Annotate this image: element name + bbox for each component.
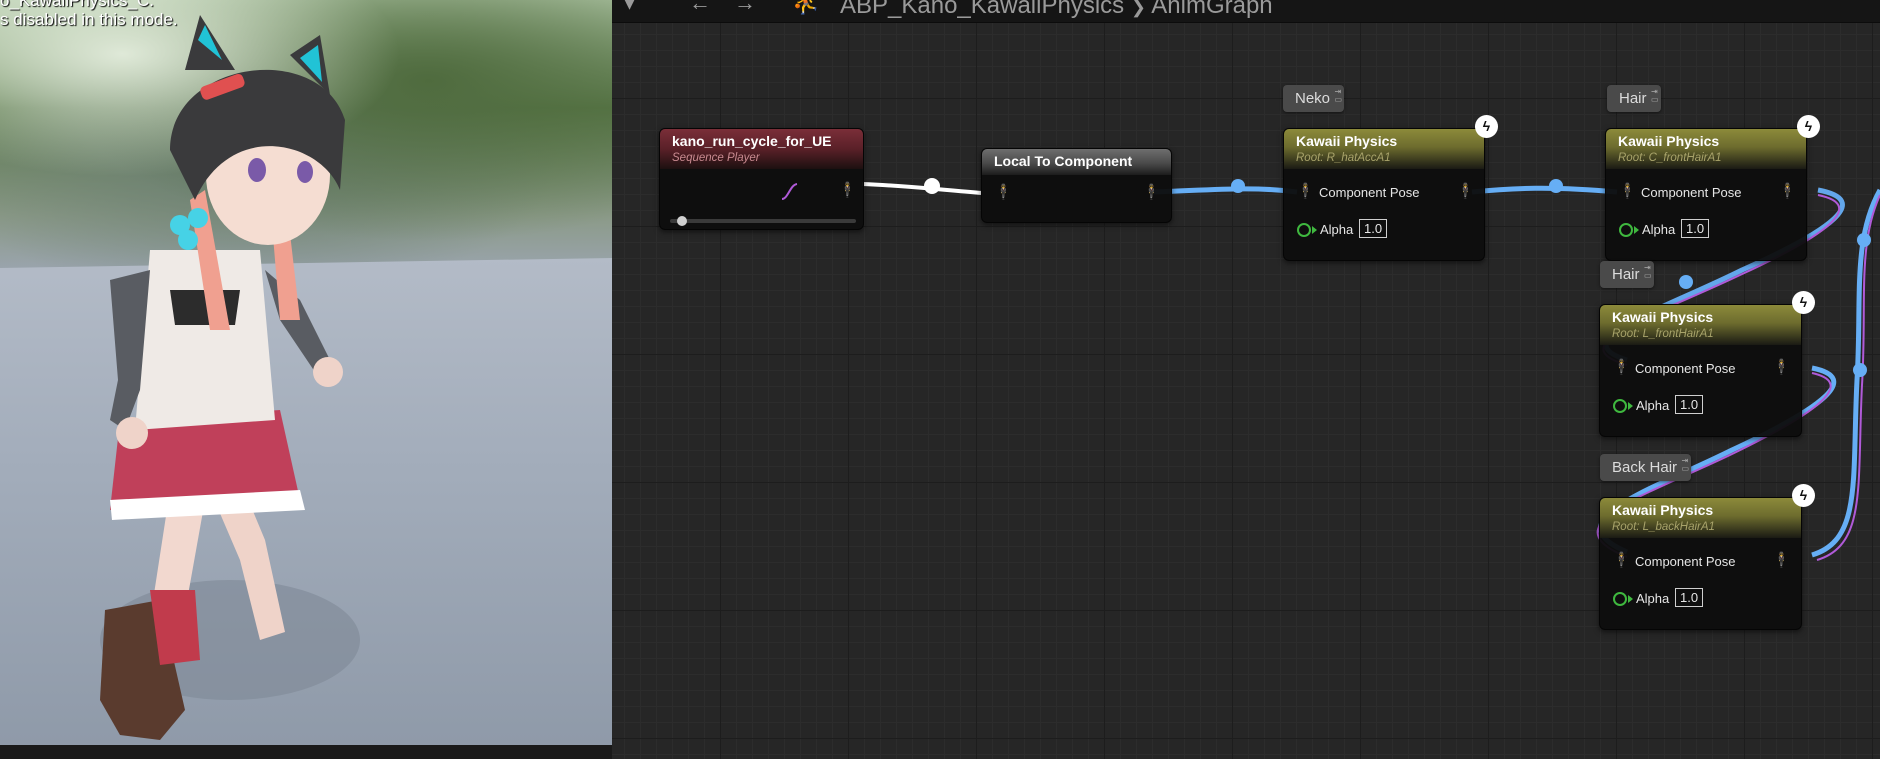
comment-text: Hair <box>1612 266 1640 283</box>
anim-graph-canvas[interactable]: kano_run_cycle_for_UE Sequence Player 🕴 … <box>612 0 1880 759</box>
pin-comment-icon[interactable]: ⇥ ▭ <box>1651 88 1659 104</box>
alpha-label: Alpha <box>1642 222 1676 237</box>
local-to-component-header: Local To Component <box>982 149 1171 175</box>
node-title: Local To Component <box>994 153 1133 169</box>
viewport-bottom-toolbar <box>0 745 612 759</box>
alpha-pin-arrow-icon <box>1628 402 1633 410</box>
pose-output-pin-icon[interactable]: 🕴 <box>1772 551 1791 569</box>
comment-bubble-neko[interactable]: Neko ⇥ ▭ <box>1283 85 1345 112</box>
comment-text: Neko <box>1295 90 1331 107</box>
pin-comment-icon[interactable]: ⇥ ▭ <box>1681 457 1689 473</box>
node-root-bone: Root: L_frontHairA1 <box>1612 328 1714 340</box>
pose-output-pin-icon[interactable]: 🕴 <box>1772 358 1791 376</box>
alpha-pin-icon[interactable] <box>1613 592 1627 606</box>
alpha-pin-icon[interactable] <box>1613 399 1627 413</box>
alpha-pin-arrow-icon <box>1628 595 1633 603</box>
pose-output-pin-icon[interactable]: 🕴 <box>1778 182 1797 200</box>
wire-ltc-to-kp1 <box>1151 186 1298 195</box>
alpha-label: Alpha <box>1636 398 1670 413</box>
scrub-handle[interactable] <box>677 216 687 226</box>
component-pose-label: Component Pose <box>1635 554 1736 569</box>
alpha-pin-arrow-icon <box>1312 226 1317 234</box>
kawaii-physics-header: Kawaii Physics Root: C_frontHairA1 <box>1606 129 1806 169</box>
node-title: Kawaii Physics <box>1612 502 1714 518</box>
pose-output-pin-icon[interactable]: 🕴 <box>838 181 857 199</box>
anime-character-preview <box>100 15 360 740</box>
alpha-value-field[interactable]: 1.0 <box>1675 395 1704 414</box>
component-pose-label: Component Pose <box>1319 185 1420 200</box>
kawaii-physics-node-neko[interactable]: Kawaii Physics Root: R_hatAccA1 🕴 Compon… <box>1283 128 1485 261</box>
component-pose-input-pin-icon[interactable]: 🕴 <box>1296 182 1315 200</box>
local-to-component-node[interactable]: Local To Component 🕴 🕴 <box>981 148 1172 223</box>
component-pose-label: Component Pose <box>1641 185 1742 200</box>
alpha-pin-arrow-icon <box>1634 226 1639 234</box>
wire-seq-to-ltc <box>861 182 983 195</box>
fast-path-lightning-icon: ϟ <box>1792 291 1815 314</box>
comment-bubble-hair[interactable]: Hair ⇥ ▭ <box>1600 261 1654 288</box>
alpha-value-field[interactable]: 1.0 <box>1681 219 1710 238</box>
forward-arrow-icon[interactable]: → <box>734 0 756 14</box>
alpha-value-field[interactable]: 1.0 <box>1359 219 1388 238</box>
node-root-bone: Root: C_frontHairA1 <box>1618 152 1722 164</box>
node-title: Kawaii Physics <box>1618 133 1720 149</box>
bookmark-icon[interactable]: ▾ <box>624 0 635 14</box>
wire-kp1-to-kp2 <box>1471 185 1618 195</box>
pin-comment-icon[interactable]: ⇥ ▭ <box>1644 264 1652 280</box>
alpha-pin-icon[interactable] <box>1297 223 1311 237</box>
node-title: kano_run_cycle_for_UE <box>672 133 832 149</box>
viewport-message-line2: s disabled in this mode. <box>0 10 178 29</box>
node-root-bone: Root: L_backHairA1 <box>1612 521 1715 533</box>
pose-input-pin-icon[interactable]: 🕴 <box>994 183 1013 201</box>
comment-text: Hair <box>1619 90 1647 107</box>
pin-comment-icon[interactable]: ⇥ ▭ <box>1334 88 1342 104</box>
node-title: Kawaii Physics <box>1612 309 1714 325</box>
component-pose-input-pin-icon[interactable]: 🕴 <box>1612 358 1631 376</box>
fast-path-lightning-icon: ϟ <box>1792 484 1815 507</box>
kawaii-physics-node-front-hair-l[interactable]: Kawaii Physics Root: L_frontHairA1 🕴 Com… <box>1599 304 1802 437</box>
alpha-label: Alpha <box>1636 591 1670 606</box>
node-title: Kawaii Physics <box>1296 133 1398 149</box>
component-pose-input-pin-icon[interactable]: 🕴 <box>1612 551 1631 569</box>
component-pose-label: Component Pose <box>1635 361 1736 376</box>
kawaii-physics-header: Kawaii Physics Root: R_hatAccA1 <box>1284 129 1484 169</box>
level-viewport[interactable]: o_KawaiiPhysics_C. s disabled in this mo… <box>0 0 612 759</box>
breadcrumb-asset[interactable]: ABP_Kano_KawaiiPhysics <box>840 0 1124 19</box>
node-subtitle: Sequence Player <box>672 152 760 164</box>
back-arrow-icon[interactable]: ← <box>689 0 711 14</box>
alpha-value-field[interactable]: 1.0 <box>1675 588 1704 607</box>
kawaii-physics-node-back-hair[interactable]: Kawaii Physics Root: L_backHairA1 🕴 Comp… <box>1599 497 1802 630</box>
anim-curve-icon <box>781 183 798 200</box>
kawaii-physics-header: Kawaii Physics Root: L_frontHairA1 <box>1600 305 1801 345</box>
breadcrumb-chevron-icon: ❯ <box>1130 0 1146 17</box>
comment-text: Back Hair <box>1612 459 1678 476</box>
node-root-bone: Root: R_hatAccA1 <box>1296 152 1391 164</box>
alpha-pin-icon[interactable] <box>1619 223 1633 237</box>
playback-scrub-bar[interactable] <box>670 216 856 226</box>
kawaii-physics-header: Kawaii Physics Root: L_backHairA1 <box>1600 498 1801 538</box>
fast-path-lightning-icon: ϟ <box>1475 115 1498 138</box>
breadcrumb: ABP_Kano_KawaiiPhysics ❯ AnimGraph <box>840 0 1273 20</box>
alpha-label: Alpha <box>1320 222 1354 237</box>
pose-output-pin-icon[interactable]: 🕴 <box>1456 182 1475 200</box>
anim-blueprint-runner-icon: ⛹ <box>792 0 820 15</box>
comment-bubble-hair[interactable]: Hair ⇥ ▭ <box>1607 85 1661 112</box>
sequence-player-header: kano_run_cycle_for_UE Sequence Player <box>660 129 863 169</box>
fast-path-lightning-icon: ϟ <box>1797 115 1820 138</box>
breadcrumb-graph[interactable]: AnimGraph <box>1151 0 1272 19</box>
component-pose-input-pin-icon[interactable]: 🕴 <box>1618 182 1637 200</box>
pose-output-pin-icon[interactable]: 🕴 <box>1142 183 1161 201</box>
comment-bubble-back-hair[interactable]: Back Hair ⇥ ▭ <box>1600 454 1692 481</box>
sequence-player-node[interactable]: kano_run_cycle_for_UE Sequence Player 🕴 <box>659 128 864 230</box>
kawaii-physics-node-front-hair-c[interactable]: Kawaii Physics Root: C_frontHairA1 🕴 Com… <box>1605 128 1807 261</box>
